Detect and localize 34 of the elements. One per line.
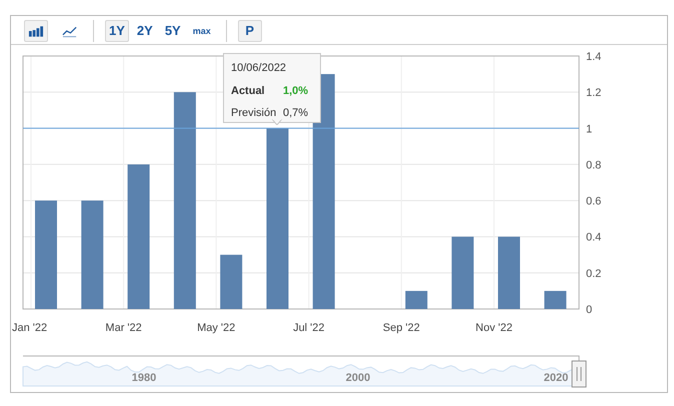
axis-label: May '22 [197,322,236,334]
axis-label: 0.4 [586,232,602,244]
tooltip-value: 0,7% [283,106,308,121]
period-button[interactable]: 1Y [105,20,129,42]
bar [544,290,566,309]
axis-label: 1.4 [586,51,602,63]
p-button[interactable]: P [238,20,262,42]
axis-label: 0.2 [586,268,602,280]
tooltip-label: Actual [231,84,266,98]
range-handle-icon[interactable] [572,360,586,388]
period-button[interactable]: max [188,20,215,42]
axis-label: Jan '22 [12,322,48,334]
bar [220,254,242,309]
tooltip-date: 10/06/2022 [231,61,288,76]
axis-label: Sep '22 [382,322,420,334]
axis-label: Jul '22 [293,322,325,334]
axis-label: 1 [586,123,592,136]
tooltip-label: Previsión [231,106,278,121]
period-button[interactable]: 5Y [160,20,185,42]
navigator-label: 2000 [346,372,370,384]
axis-label: 0.8 [586,159,602,172]
axis-label: 0 [586,304,592,316]
axis-label: Nov '22 [476,322,512,334]
tooltip-value: 1,0% [283,84,308,98]
navigator-label: 1980 [132,372,156,384]
navigator-label: 2020 [544,372,568,384]
bar-chart-button[interactable] [24,20,48,42]
axis-label: 1.2 [586,87,602,100]
axis-label: 0.6 [586,196,602,208]
bar [405,290,428,309]
line-chart-icon [62,24,78,38]
period-button[interactable]: 2Y [132,20,157,42]
bar-chart-icon [28,24,44,38]
axis-label: Mar '22 [105,322,142,334]
